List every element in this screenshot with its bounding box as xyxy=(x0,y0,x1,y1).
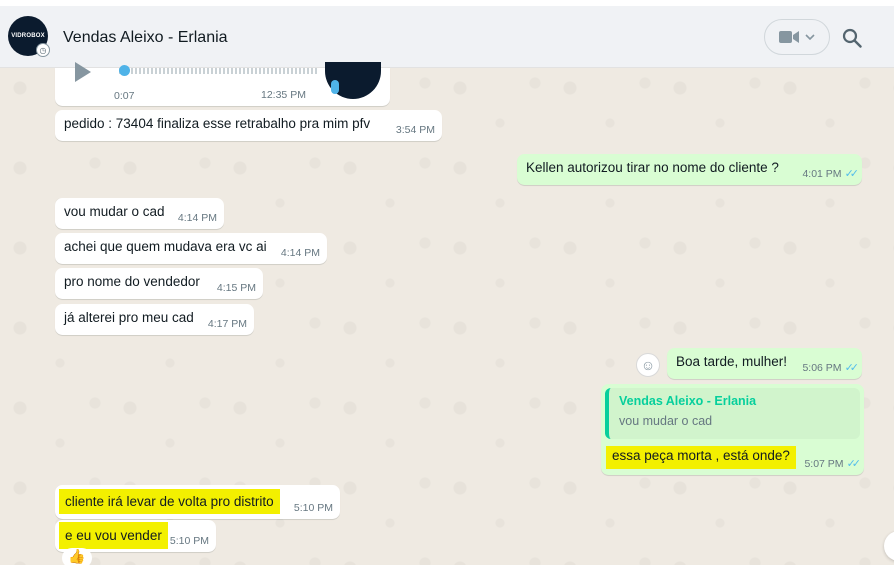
message-text: vou mudar o cad xyxy=(64,204,165,219)
message-time: 4:14 PM xyxy=(280,247,320,259)
message-text: achei que quem mudava era vc ai xyxy=(64,239,267,254)
message-time: 4:01 PM xyxy=(802,168,842,180)
double-check-icon: ✓✓ xyxy=(844,168,860,180)
message-time: 4:17 PM xyxy=(207,318,247,330)
quoted-text: vou mudar o cad xyxy=(619,414,713,428)
message-text: Boa tarde, mulher! xyxy=(676,354,788,369)
message-text: e eu vou vender xyxy=(59,522,168,549)
message-bubble-incoming[interactable]: pro nome do vendedor 4:15 PM xyxy=(55,268,263,299)
audio-progress-handle[interactable] xyxy=(119,65,130,76)
thumbs-up-reaction-icon[interactable]: 👍 xyxy=(62,548,92,565)
message-bubble-outgoing[interactable]: Kellen autorizou tirar no nome do client… xyxy=(517,154,862,185)
quoted-author: Vendas Aleixo - Erlania xyxy=(619,394,757,408)
voice-duration: 0:07 xyxy=(114,90,135,102)
message-time: 4:15 PM xyxy=(216,282,256,294)
avatar-brand-logo: VIDROBOX xyxy=(11,33,45,39)
message-time: 5:06 PM xyxy=(802,362,842,374)
message-time: 12:35 PM xyxy=(261,89,306,101)
message-bubble-incoming[interactable]: cliente irá levar de volta pro distrito … xyxy=(55,485,340,519)
message-bubble-outgoing-reply[interactable]: Vendas Aleixo - Erlania vou mudar o cad … xyxy=(601,384,864,475)
microphone-icon xyxy=(331,80,339,94)
double-check-icon: ✓✓ xyxy=(846,458,862,470)
message-time: 4:14 PM xyxy=(177,212,217,224)
chevron-down-icon xyxy=(805,34,815,40)
message-text: já alterei pro meu cad xyxy=(64,310,194,325)
message-text: pedido : 73404 finaliza esse retrabalho … xyxy=(64,116,371,131)
search-icon xyxy=(842,28,862,48)
play-icon[interactable] xyxy=(75,62,91,82)
message-time: 5:10 PM xyxy=(169,535,209,547)
message-text: pro nome do vendedor xyxy=(64,274,200,289)
video-camera-icon xyxy=(779,31,799,43)
emoji-reaction-icon[interactable]: ☺ xyxy=(636,353,660,377)
message-time: 5:10 PM xyxy=(293,502,333,514)
message-bubble-incoming[interactable]: já alterei pro meu cad 4:17 PM xyxy=(55,304,254,335)
message-bubble-incoming[interactable]: achei que quem mudava era vc ai 4:14 PM xyxy=(55,233,327,264)
message-meta: 5:07 PM ✓✓ xyxy=(804,457,862,470)
chat-wallpaper: 0:07 12:35 PM pedido : 73404 finaliza es… xyxy=(0,62,894,565)
status-badge-icon: ◷ xyxy=(36,43,50,57)
message-meta: 5:06 PM ✓✓ xyxy=(802,361,860,374)
message-bubble-incoming[interactable]: vou mudar o cad 4:14 PM xyxy=(55,198,224,229)
message-bubble-outgoing[interactable]: Boa tarde, mulher! 5:06 PM ✓✓ xyxy=(667,348,862,379)
scroll-down-button[interactable] xyxy=(884,531,894,561)
video-call-button[interactable] xyxy=(764,19,830,55)
quoted-message[interactable]: Vendas Aleixo - Erlania vou mudar o cad xyxy=(605,388,860,439)
chat-header: VIDROBOX ◷ Vendas Aleixo - Erlania xyxy=(0,6,894,68)
voice-message-bubble[interactable]: 0:07 12:35 PM xyxy=(55,62,390,106)
contact-name[interactable]: Vendas Aleixo - Erlania xyxy=(63,29,228,47)
message-text: cliente irá levar de volta pro distrito xyxy=(59,489,280,514)
audio-waveform[interactable] xyxy=(119,68,319,74)
message-text: Kellen autorizou tirar no nome do client… xyxy=(526,160,779,175)
search-button[interactable] xyxy=(840,26,864,50)
message-time: 3:54 PM xyxy=(395,124,435,136)
message-text: essa peça morta , está onde? xyxy=(606,446,796,469)
contact-avatar[interactable]: VIDROBOX ◷ xyxy=(8,16,50,57)
message-time: 5:07 PM xyxy=(804,458,844,470)
message-bubble-incoming[interactable]: pedido : 73404 finaliza esse retrabalho … xyxy=(55,110,442,141)
double-check-icon: ✓✓ xyxy=(844,362,860,374)
message-meta: 4:01 PM ✓✓ xyxy=(802,167,860,180)
